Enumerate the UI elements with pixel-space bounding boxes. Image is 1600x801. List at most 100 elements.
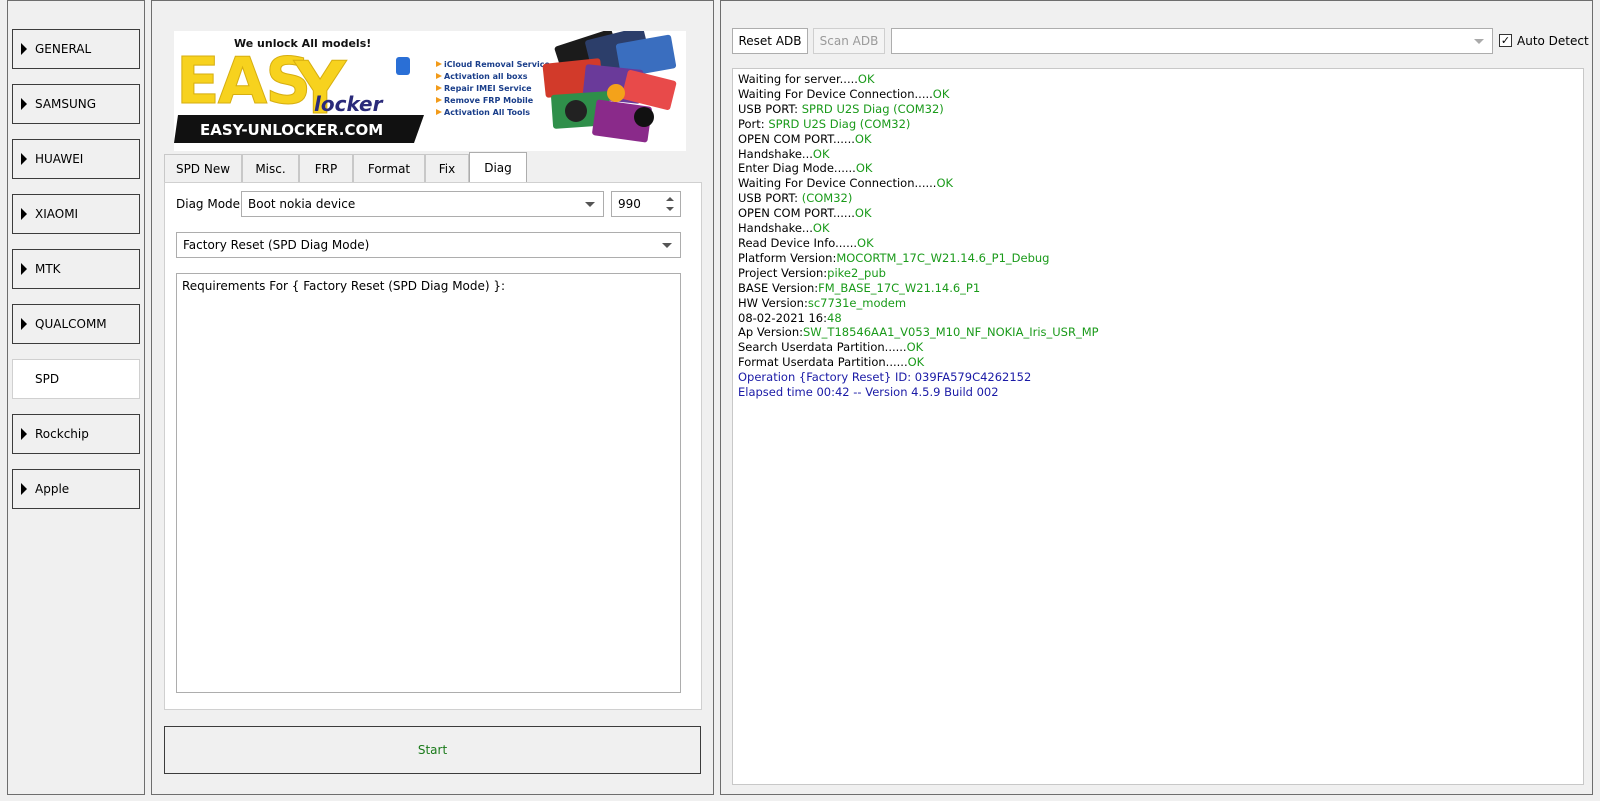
spin-up-icon[interactable] [666,197,674,201]
log-line: Project Version:pike2_pub [738,266,1578,281]
log-line: Operation {Factory Reset} ID: 039FA579C4… [738,370,1578,385]
sidebar-item-general[interactable]: GENERAL [12,29,140,69]
log-status: MOCORTM_17C_W21.14.6_P1_Debug [836,250,1050,265]
log-line: Format Userdata Partition......OK [738,355,1578,370]
requirements-text: Requirements For { Factory Reset (SPD Di… [182,279,506,293]
sidebar-item-label: SPD [35,372,60,386]
log-line: Platform Version:MOCORTM_17C_W21.14.6_P1… [738,251,1578,266]
sidebar-item-label: HUAWEI [35,152,84,166]
log-line: OPEN COM PORT......OK [738,132,1578,147]
auto-detect-checkbox[interactable]: ✓ [1499,34,1512,47]
log-line: Elapsed time 00:42 -- Version 4.5.9 Buil… [738,385,1578,400]
auto-detect-label: Auto Detect [1517,34,1589,48]
log-status: sc7731e_modem [807,295,907,310]
log-text: OPEN COM PORT...... [738,206,855,221]
sidebar-item-label: MTK [35,262,61,276]
expand-arrow-icon [21,98,27,110]
tab-diag[interactable]: Diag [469,152,527,182]
log-status: OK [906,340,924,355]
log-status: OK [854,131,872,146]
feature-text: Remove FRP Mobile [444,96,534,105]
sidebar-item-spd[interactable]: SPD [12,359,140,399]
log-line: USB PORT: (COM32) [738,191,1578,206]
operation-value: Factory Reset (SPD Diag Mode) [183,238,370,252]
tab-frp[interactable]: FRP [299,154,353,182]
start-button[interactable]: Start [164,726,701,774]
checkmark-icon: ✓ [1500,34,1511,47]
log-text: Format Userdata Partition...... [738,355,908,370]
log-line: OPEN COM PORT......OK [738,206,1578,221]
expand-arrow-icon [21,208,27,220]
requirements-textarea[interactable]: Requirements For { Factory Reset (SPD Di… [176,273,681,693]
sidebar-item-label: QUALCOMM [35,317,107,331]
log-text: 08-02-2021 16: [738,310,827,325]
diag-mode-select[interactable]: Boot nokia device [241,191,604,217]
operation-select[interactable]: Factory Reset (SPD Diag Mode) [176,232,681,258]
diag-mode-value: Boot nokia device [248,197,356,211]
log-line: Waiting for server.....OK [738,72,1578,87]
diag-tab-content: Diag Mode Boot nokia device 990 Factory … [164,182,702,710]
expand-arrow-icon [21,318,27,330]
tab-format[interactable]: Format [353,154,425,182]
banner-url: EASY-UNLOCKER.COM [200,121,383,139]
log-text: Waiting For Device Connection..... [738,86,933,101]
log-status: SW_T18546AA1_V053_M10_NF_NOKIA_Iris_USR_… [803,325,1099,340]
chevron-down-icon [1474,39,1484,44]
easy-locker-logo: EAS Y We unlock All models! locker EASY-… [174,26,686,151]
sidebar-item-samsung[interactable]: SAMSUNG [12,84,140,124]
log-info-text: Operation {Factory Reset} ID: 039FA579C4… [738,370,1032,385]
log-text: USB PORT: [738,191,802,206]
diag-value-spinner[interactable]: 990 [611,191,681,217]
chevron-down-icon [585,202,595,207]
log-text: Project Version: [738,265,828,280]
log-panel: Reset ADB Scan ADB ✓ Auto Detect Waiting… [720,0,1593,795]
banner-logo-sub: locker [314,92,384,116]
log-status: SPRD U2S Diag (COM32) [801,101,944,116]
sidebar-item-rockchip[interactable]: Rockchip [12,414,140,454]
tab-spd-new[interactable]: SPD New [164,154,242,182]
spin-down-icon[interactable] [666,207,674,211]
log-line: HW Version:sc7731e_modem [738,296,1578,311]
expand-arrow-icon [21,153,27,165]
log-status: OK [857,72,875,86]
tab-fix[interactable]: Fix [425,154,469,182]
log-text: Search Userdata Partition...... [738,340,907,355]
log-line: Waiting For Device Connection......OK [738,176,1578,191]
tab-misc[interactable]: Misc. [242,154,299,182]
log-text: BASE Version: [738,280,819,295]
feature-text: Repair IMEI Service [444,84,532,93]
sidebar-item-mtk[interactable]: MTK [12,249,140,289]
sidebar-item-label: SAMSUNG [35,97,97,111]
sidebar-item-qualcomm[interactable]: QUALCOMM [12,304,140,344]
expand-arrow-icon [21,263,27,275]
reset-adb-button[interactable]: Reset ADB [732,28,808,54]
expand-arrow-icon [21,483,27,495]
banner-tagline: We unlock All models! [234,37,371,50]
sidebar-item-label: Apple [35,482,70,496]
log-line: Search Userdata Partition......OK [738,340,1578,355]
sidebar-item-apple[interactable]: Apple [12,469,140,509]
log-info-text: Elapsed time 00:42 -- Version 4.5.9 Buil… [738,385,999,400]
tab-bar: SPD New Misc. FRP Format Fix Diag [164,152,527,184]
sidebar-item-xiaomi[interactable]: XIAOMI [12,194,140,234]
log-text: Platform Version: [738,250,837,265]
spinner-value: 990 [618,197,641,211]
log-text: Port: [738,116,769,131]
scan-adb-button[interactable]: Scan ADB [813,28,885,54]
expand-arrow-icon [21,373,27,385]
log-status: FM_BASE_17C_W21.14.6_P1 [818,280,981,295]
log-line: Enter Diag Mode......OK [738,161,1578,176]
log-output[interactable]: Waiting for server.....OK Waiting For Dev… [732,68,1584,785]
sidebar-item-huawei[interactable]: HUAWEI [12,139,140,179]
feature-text: Activation all boxs [444,72,528,81]
log-line: BASE Version:FM_BASE_17C_W21.14.6_P1 [738,281,1578,296]
log-status: pike2_pub [827,265,886,280]
brand-sidebar: GENERAL SAMSUNG HUAWEI XIAOMI MTK QUALCO… [7,0,145,795]
log-status: 48 [827,310,842,325]
log-status: OK [812,221,830,236]
log-status: OK [936,176,954,191]
log-text: Handshake... [738,146,813,161]
chevron-down-icon [662,243,672,248]
port-select[interactable] [891,28,1493,54]
log-text: Waiting for server..... [738,72,858,86]
